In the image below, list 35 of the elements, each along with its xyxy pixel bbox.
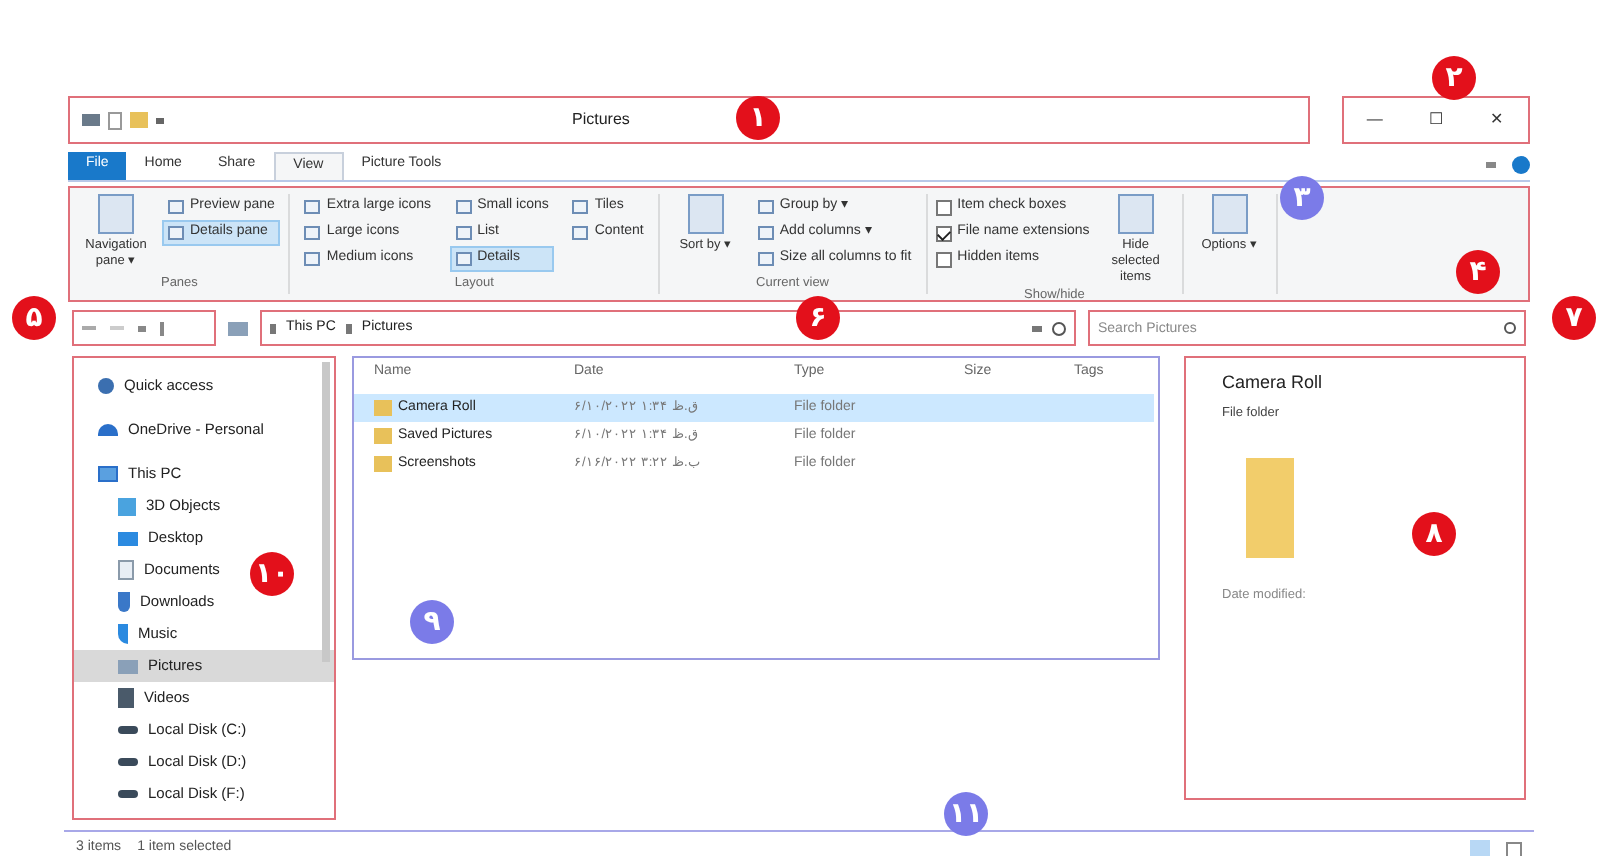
window-title: Pictures [572, 108, 630, 132]
close-button[interactable]: ✕ [1466, 98, 1529, 142]
checkbox[interactable] [935, 251, 952, 267]
folder-icon [130, 112, 148, 128]
callout-number: ۱۰ [250, 552, 294, 596]
monitor-icon [98, 466, 118, 482]
checkbox[interactable] [935, 199, 952, 215]
cloud-icon [98, 424, 118, 436]
callout-number: ۱ [736, 96, 780, 140]
pane-icon [1117, 194, 1154, 234]
large-icons-view-icon [1506, 841, 1522, 856]
maximize-button[interactable]: ☐ [1405, 98, 1467, 142]
search-icon [1504, 322, 1516, 334]
callout-number: ۸ [1412, 512, 1456, 556]
cube-icon [118, 497, 136, 515]
callout-number: ۷ [1552, 296, 1596, 340]
callout-number: ۵ [12, 296, 56, 340]
pictures-icon [228, 321, 248, 335]
page-icon [108, 111, 122, 129]
checkbox[interactable] [935, 225, 952, 241]
callout-number: ۲ [1432, 56, 1476, 100]
desktop-icon [118, 531, 138, 545]
details-title: Camera Roll [1222, 370, 1325, 396]
minimize-button[interactable]: — [1344, 98, 1406, 142]
folder-icon [1246, 458, 1294, 559]
picture-icon [118, 659, 138, 673]
document-icon [118, 560, 134, 580]
callout-number: ۱۱ [944, 792, 988, 836]
callout-number: ۶ [796, 296, 840, 340]
pane-icon [1211, 194, 1248, 234]
callout-number: ۹ [410, 600, 454, 644]
pane-icon [687, 194, 724, 234]
pane-icon [98, 194, 134, 234]
scrollbar[interactable] [322, 362, 330, 662]
details-view-icon [1470, 840, 1490, 856]
